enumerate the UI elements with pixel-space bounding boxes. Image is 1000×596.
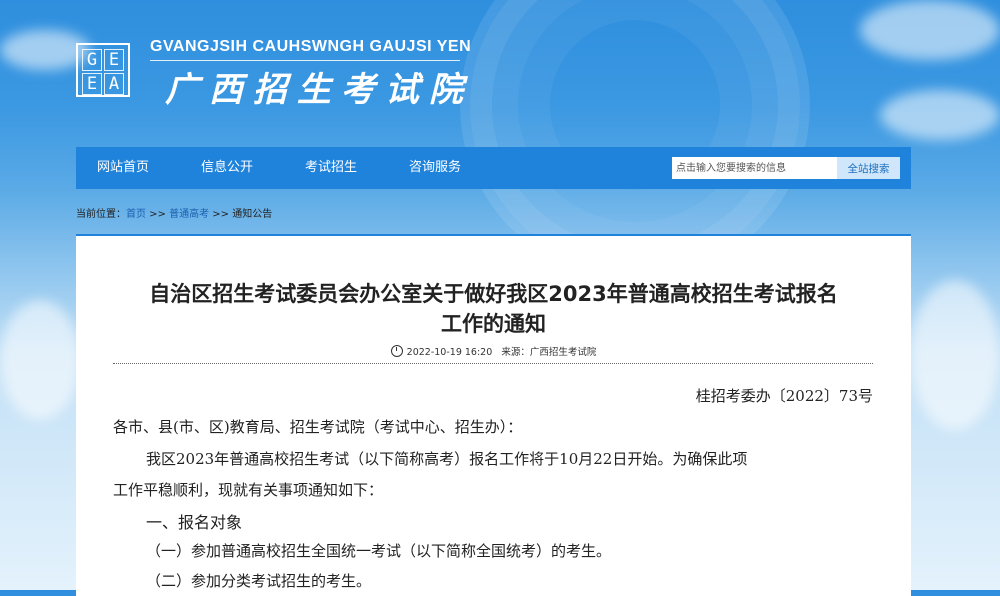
- search-button[interactable]: 全站搜索: [837, 157, 900, 179]
- list-item: （二）参加分类考试招生的考生。: [146, 572, 372, 590]
- nav-item-info[interactable]: 信息公开: [201, 147, 253, 189]
- article-source: 来源：广西招生考试院: [501, 347, 597, 358]
- sky-cloud: [0, 300, 80, 420]
- header-divider: [150, 60, 460, 61]
- article-title-line: 自治区招生考试委员会办公室关于做好我区2023年普通高校招生考试报名: [149, 282, 838, 306]
- logo-letter: E: [104, 49, 124, 71]
- breadcrumb-separator: >>: [146, 209, 170, 220]
- logo-letter: A: [104, 73, 124, 95]
- paragraph-line: 我区2023年普通高校招生考试（以下简称高考）报名工作将于10月22日开始。为确…: [146, 450, 748, 468]
- breadcrumb-section-link[interactable]: 普通高考: [169, 209, 209, 220]
- nav-item-home[interactable]: 网站首页: [97, 147, 149, 189]
- breadcrumb: 当前位置：首页 >> 普通高考 >> 通知公告: [76, 205, 272, 220]
- sky-cloud: [860, 0, 1000, 60]
- logo-letter: E: [82, 73, 102, 95]
- breadcrumb-home-link[interactable]: 首页: [126, 209, 146, 220]
- clock-icon: [390, 345, 403, 357]
- document-number: 桂招考委办〔2022〕73号: [695, 387, 873, 405]
- section-heading: 一、报名对象: [146, 513, 243, 532]
- site-name-en: GVANGJSIH CAUHSWNGH GAUJSI YEN: [150, 38, 472, 55]
- article-card: 自治区招生考试委员会办公室关于做好我区2023年普通高校招生考试报名 工作的通知…: [76, 234, 911, 596]
- logo-letter: G: [82, 49, 102, 71]
- nav-item-consult[interactable]: 咨询服务: [409, 147, 461, 189]
- recipient-line: 各市、县(市、区)教育局、招生考试院（考试中心、招生办）：: [113, 418, 523, 436]
- article-title-line: 工作的通知: [441, 312, 546, 336]
- paragraph-line: 工作平稳顺利，现就有关事项通知如下：: [113, 481, 384, 499]
- article-date: 2022-10-19 16:20: [406, 347, 493, 358]
- breadcrumb-current: 通知公告: [232, 209, 273, 220]
- article-title: 自治区招生考试委员会办公室关于做好我区2023年普通高校招生考试报名 工作的通知: [76, 279, 911, 339]
- breadcrumb-prefix: 当前位置：: [76, 209, 126, 220]
- nav-item-exams[interactable]: 考试招生: [305, 147, 357, 189]
- search-input[interactable]: [672, 157, 837, 179]
- breadcrumb-separator: >>: [209, 209, 233, 220]
- title-divider: [113, 363, 873, 364]
- article-meta: 2022-10-19 16:20 来源：广西招生考试院: [76, 344, 911, 358]
- site-name-cn: 广西招生考试院: [165, 70, 473, 110]
- site-logo[interactable]: G E E A: [76, 43, 130, 97]
- sky-cloud: [880, 90, 1000, 140]
- sky-cloud: [910, 280, 1000, 430]
- list-item: （一）参加普通高校招生全国统一考试（以下简称全国统考）的考生。: [146, 542, 612, 560]
